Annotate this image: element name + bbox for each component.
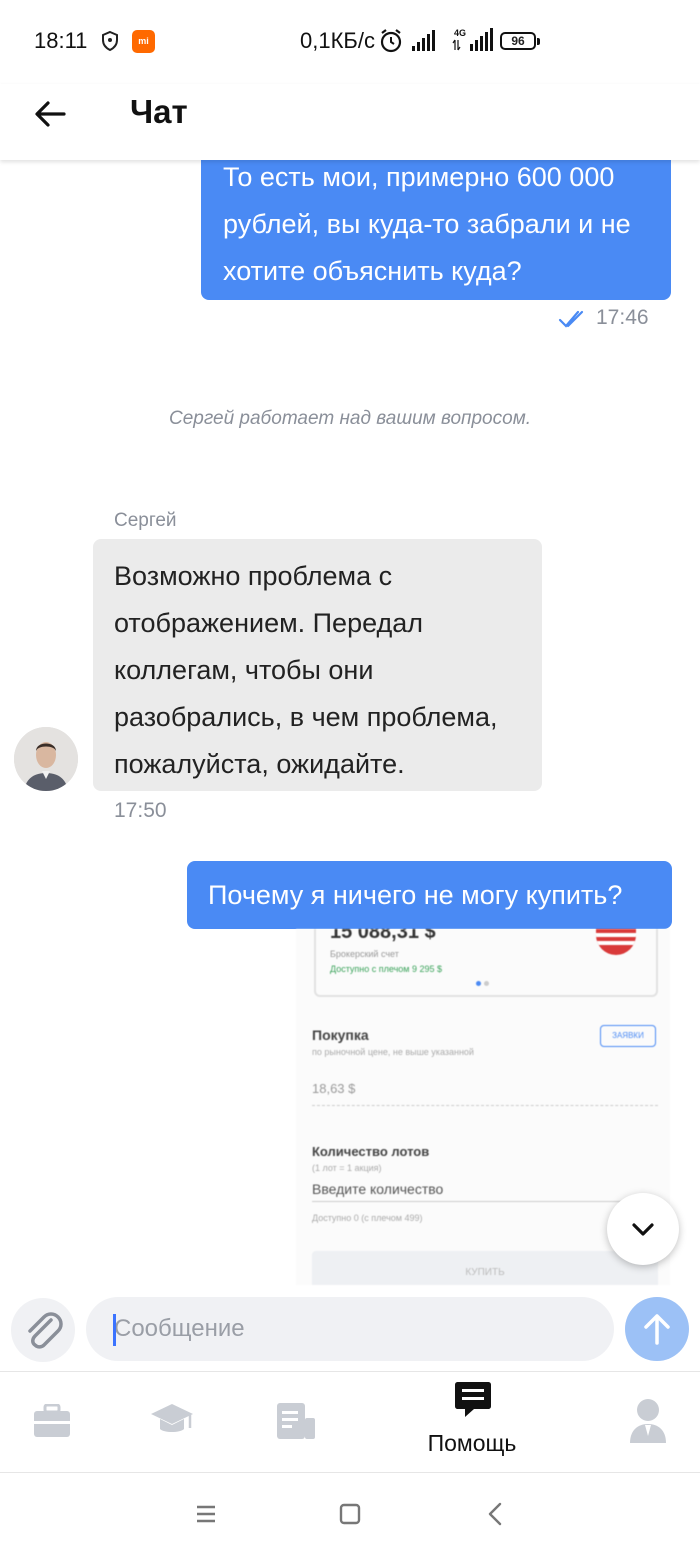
briefcase-icon xyxy=(34,1404,70,1437)
status-time: 18:11 xyxy=(34,28,88,53)
purchase-title: Покупка xyxy=(312,1027,369,1043)
paperclip-icon xyxy=(28,1312,63,1349)
chat-bubble-icon xyxy=(455,1382,491,1417)
nav-portfolio[interactable] xyxy=(12,1372,92,1472)
purchase-hint: по рыночной цене, не выше указанной xyxy=(312,1047,474,1057)
incoming-message[interactable]: Возможно проблема с отображением. Переда… xyxy=(93,539,542,791)
pager-dot xyxy=(476,981,481,986)
person-icon xyxy=(630,1399,666,1443)
app-header: Чат xyxy=(0,84,700,160)
divider xyxy=(312,1105,658,1107)
status-icons: 4G xyxy=(378,26,498,61)
send-button[interactable] xyxy=(625,1297,689,1361)
nav-learning[interactable] xyxy=(132,1372,212,1472)
page-title: Чат xyxy=(130,93,188,130)
balance: 15 088,31 $ xyxy=(330,929,436,943)
nav-help[interactable]: Помощь xyxy=(412,1372,532,1472)
text-cursor xyxy=(113,1314,116,1346)
system-message: Сергей работает над вашим вопросом. xyxy=(169,408,531,429)
battery-icon: 96 xyxy=(500,32,540,50)
lots-field: Введите количество xyxy=(312,1181,444,1197)
nav-profile[interactable] xyxy=(608,1372,688,1472)
signal-4g-icon: 4G xyxy=(452,28,493,51)
signal-icon xyxy=(412,30,435,51)
lots-hint: (1 лот = 1 акция) xyxy=(312,1163,382,1173)
message-composer xyxy=(0,1287,700,1372)
newspaper-icon xyxy=(277,1403,315,1439)
pager-dot xyxy=(484,981,489,986)
back-arrow-icon[interactable] xyxy=(30,94,70,134)
attach-button[interactable] xyxy=(11,1298,75,1362)
lots-title: Количество лотов xyxy=(312,1144,430,1159)
graduation-cap-icon xyxy=(151,1404,193,1432)
available-leverage: Доступно с плечом 9 295 $ xyxy=(330,964,443,974)
message-text: Возможно проблема с отображением. Переда… xyxy=(114,561,498,779)
message-text: То есть мои, примерно 600 000 рублей, вы… xyxy=(223,162,631,286)
message-input[interactable] xyxy=(86,1297,614,1361)
bottom-navigation: Помощь xyxy=(0,1372,700,1473)
menu-icon[interactable] xyxy=(190,1498,222,1530)
status-bar: 18:11 mi 0,1КБ/с 4G 96 xyxy=(0,0,700,84)
alarm-icon xyxy=(380,29,402,53)
shield-icon xyxy=(100,30,120,57)
arrow-up-icon xyxy=(644,1314,670,1345)
mi-app-icon: mi xyxy=(132,30,155,53)
order-type-button: ЗАЯВКИ xyxy=(600,1025,656,1047)
system-navigation-bar xyxy=(0,1474,700,1556)
message-time: 17:46 xyxy=(596,306,649,329)
scroll-down-button[interactable] xyxy=(607,1193,679,1265)
home-icon[interactable] xyxy=(334,1498,366,1530)
outgoing-message[interactable]: То есть мои, примерно 600 000 рублей, вы… xyxy=(201,154,671,300)
available-lots: Доступно 0 (с плечом 499) xyxy=(312,1213,423,1223)
sender-name: Сергей xyxy=(114,510,177,531)
nav-news[interactable] xyxy=(256,1372,336,1472)
avatar[interactable] xyxy=(14,727,78,791)
read-checkmarks-icon xyxy=(558,308,588,335)
network-speed: 0,1КБ/с xyxy=(300,28,375,53)
message-time: 17:50 xyxy=(114,799,167,822)
outgoing-message[interactable]: Почему я ничего не могу купить? xyxy=(187,861,672,929)
price-field: 18,63 $ xyxy=(312,1081,356,1096)
back-icon[interactable] xyxy=(480,1498,512,1530)
nav-help-label: Помощь xyxy=(427,1430,517,1456)
account-type: Брокерский счет xyxy=(330,949,399,959)
svg-text:4G: 4G xyxy=(454,28,466,38)
